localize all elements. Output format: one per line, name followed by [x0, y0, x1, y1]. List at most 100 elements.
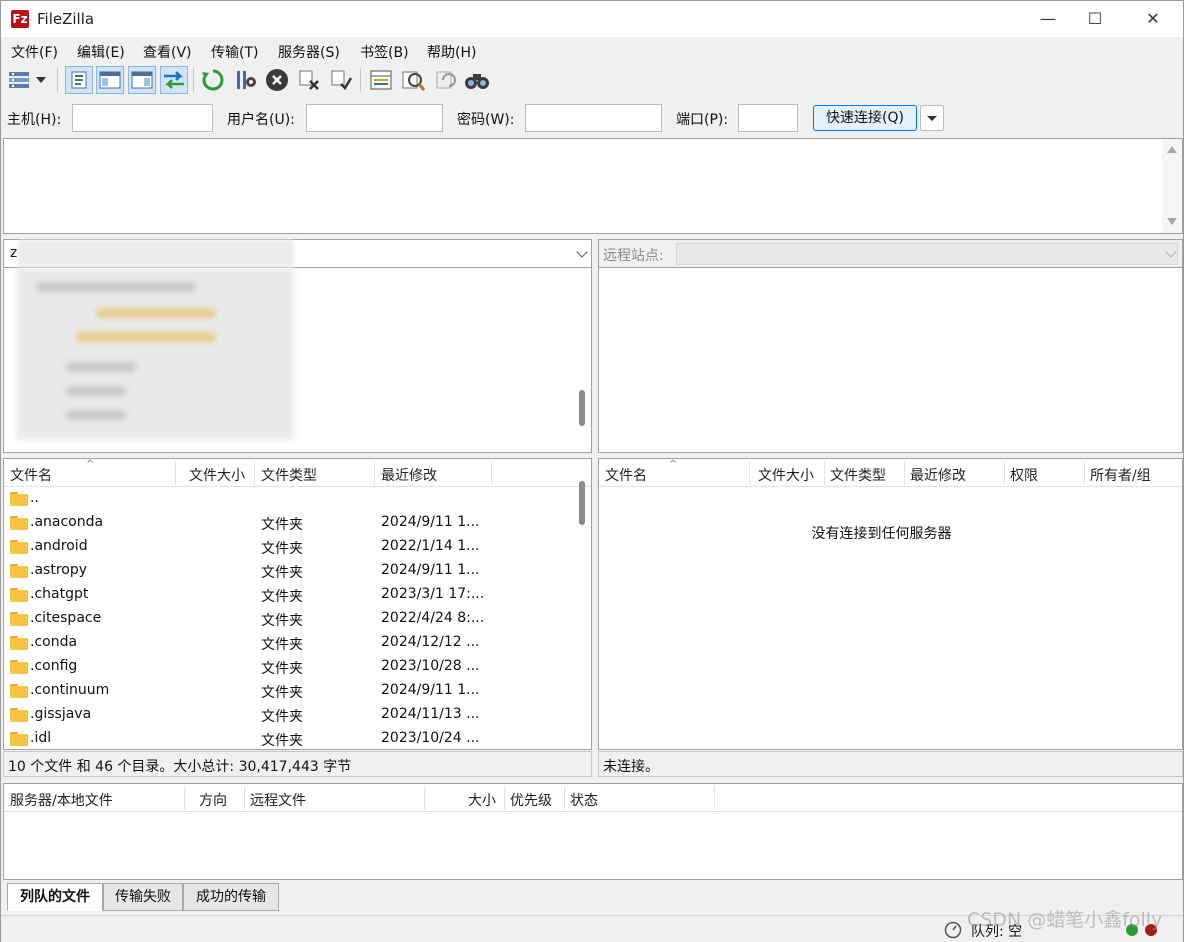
remote-site-combobox[interactable]: [676, 243, 1178, 265]
transfer-queue[interactable]: 服务器/本地文件 方向 远程文件 大小 优先级 状态: [3, 783, 1183, 880]
chevron-down-icon: [576, 246, 588, 258]
refresh-icon[interactable]: [199, 66, 227, 94]
message-log-scrollbar[interactable]: [1162, 139, 1182, 233]
watermark: CSDN @蜡笔小鑫folly: [967, 909, 1163, 931]
col-server-local-file[interactable]: 服务器/本地文件: [10, 790, 113, 810]
menu-edit[interactable]: 编辑(E): [77, 42, 125, 62]
scroll-down-icon[interactable]: [1167, 218, 1177, 225]
file-type: 文件夹: [261, 613, 303, 629]
col-filesize[interactable]: 文件大小: [758, 465, 814, 485]
compare-directories-icon[interactable]: [399, 66, 427, 94]
reconnect-icon[interactable]: [327, 66, 355, 94]
minimize-button[interactable]: —: [1025, 5, 1071, 33]
folder-icon: [10, 732, 28, 746]
remote-directory-tree[interactable]: [598, 268, 1183, 453]
col-filename[interactable]: 文件名: [605, 465, 647, 485]
tab-failed-transfers[interactable]: 传输失败: [103, 883, 183, 911]
quickconnect-button[interactable]: 快速连接(Q): [813, 105, 917, 131]
file-type: 文件夹: [261, 709, 303, 725]
maximize-button[interactable]: ☐: [1072, 5, 1118, 33]
scroll-up-icon[interactable]: [1167, 146, 1177, 153]
menu-server[interactable]: 服务器(S): [278, 42, 340, 62]
col-filename[interactable]: 文件名: [10, 465, 52, 485]
folder-icon: [10, 540, 28, 554]
username-label: 用户名(U):: [227, 112, 295, 128]
col-direction[interactable]: 方向: [199, 790, 227, 810]
file-name: ..: [30, 490, 39, 506]
table-row[interactable]: .config 文件夹 2023/10/28 ...: [4, 655, 591, 679]
file-type: 文件夹: [261, 541, 303, 557]
file-type: 文件夹: [261, 517, 303, 533]
col-size[interactable]: 大小: [468, 790, 496, 810]
file-modified: 2024/12/12 ...: [381, 634, 480, 650]
remote-site-label: 远程站点:: [603, 248, 664, 264]
disconnect-icon[interactable]: [295, 66, 323, 94]
local-list-scrollbar[interactable]: [579, 481, 585, 525]
menu-file[interactable]: 文件(F): [11, 42, 58, 62]
close-button[interactable]: ✕: [1130, 5, 1176, 33]
toggle-transfer-queue-icon[interactable]: [160, 66, 188, 94]
table-row[interactable]: ..: [4, 487, 591, 511]
file-type: 文件夹: [261, 589, 303, 605]
sync-browsing-icon[interactable]: [431, 66, 459, 94]
col-filesize[interactable]: 文件大小: [189, 465, 245, 485]
tab-successful-transfers[interactable]: 成功的传输: [183, 883, 279, 911]
toolbar-separator: [57, 68, 58, 92]
dropdown-arrow-icon[interactable]: [33, 66, 49, 94]
host-input[interactable]: [72, 104, 213, 132]
table-row[interactable]: .android 文件夹 2022/1/14 1...: [4, 535, 591, 559]
process-queue-icon[interactable]: [231, 66, 259, 94]
remote-file-list[interactable]: 文件名 ^ 文件大小 文件类型 最近修改 权限 所有者/组 没有连接到任何服务器: [598, 458, 1183, 750]
menu-transfer[interactable]: 传输(T): [211, 42, 258, 62]
window-title: FileZilla: [37, 10, 95, 28]
file-modified: 2024/9/11 1...: [381, 682, 480, 698]
table-row[interactable]: .chatgpt 文件夹 2023/3/1 17:...: [4, 583, 591, 607]
local-tree-scrollbar[interactable]: [579, 390, 585, 426]
table-row[interactable]: .citespace 文件夹 2022/4/24 8:...: [4, 607, 591, 631]
port-input[interactable]: [738, 104, 798, 132]
table-row[interactable]: .continuum 文件夹 2024/9/11 1...: [4, 679, 591, 703]
quickconnect-history-dropdown[interactable]: [920, 105, 944, 131]
table-row[interactable]: .anaconda 文件夹 2024/9/11 1...: [4, 511, 591, 535]
filezilla-logo-icon: Fz: [11, 10, 29, 28]
col-remote-file[interactable]: 远程文件: [250, 790, 306, 810]
site-manager-icon[interactable]: [5, 66, 33, 94]
toggle-local-tree-icon[interactable]: [96, 66, 124, 94]
queue-header: 服务器/本地文件 方向 远程文件 大小 优先级 状态: [4, 784, 1182, 812]
menu-bookmarks[interactable]: 书签(B): [360, 42, 409, 62]
file-modified: 2022/4/24 8:...: [381, 610, 485, 626]
file-name: .conda: [30, 634, 78, 650]
password-input[interactable]: [525, 104, 662, 132]
local-site-combobox[interactable]: z: [3, 239, 592, 268]
sort-ascending-icon: ^: [669, 459, 678, 470]
table-row[interactable]: .conda 文件夹 2024/12/12 ...: [4, 631, 591, 655]
menu-view[interactable]: 查看(V): [143, 42, 192, 62]
speed-limit-icon[interactable]: [944, 921, 962, 939]
col-priority[interactable]: 优先级: [510, 790, 552, 810]
toolbar-separator: [360, 68, 361, 92]
col-status[interactable]: 状态: [570, 790, 598, 810]
table-row[interactable]: .astropy 文件夹 2024/9/11 1...: [4, 559, 591, 583]
search-remote-files-icon[interactable]: [463, 66, 491, 94]
col-modified[interactable]: 最近修改: [381, 465, 437, 485]
file-name: .gissjava: [30, 706, 92, 722]
tab-queued-files[interactable]: 列队的文件: [7, 883, 103, 911]
not-connected-message: 没有连接到任何服务器: [811, 526, 952, 542]
menu-help[interactable]: 帮助(H): [427, 42, 476, 62]
col-filetype[interactable]: 文件类型: [830, 465, 886, 485]
table-row[interactable]: .gissjava 文件夹 2024/11/13 ...: [4, 703, 591, 727]
toolbar: [1, 64, 1183, 96]
table-row[interactable]: .idl 文件夹 2023/10/24 ...: [4, 727, 591, 749]
col-owner-group[interactable]: 所有者/组: [1090, 465, 1151, 485]
toggle-message-log-icon[interactable]: [65, 66, 93, 94]
local-directory-tree[interactable]: [3, 268, 592, 453]
cancel-icon[interactable]: [263, 66, 291, 94]
local-file-list[interactable]: 文件名 ^ 文件大小 文件类型 最近修改 .. .anaconda 文件夹 2024/…: [3, 458, 592, 750]
directory-listing-filter-icon[interactable]: [367, 66, 395, 94]
username-input[interactable]: [306, 104, 443, 132]
col-modified[interactable]: 最近修改: [910, 465, 966, 485]
file-name: .idl: [30, 730, 52, 746]
col-permissions[interactable]: 权限: [1010, 465, 1038, 485]
toggle-remote-tree-icon[interactable]: [128, 66, 156, 94]
col-filetype[interactable]: 文件类型: [261, 465, 317, 485]
